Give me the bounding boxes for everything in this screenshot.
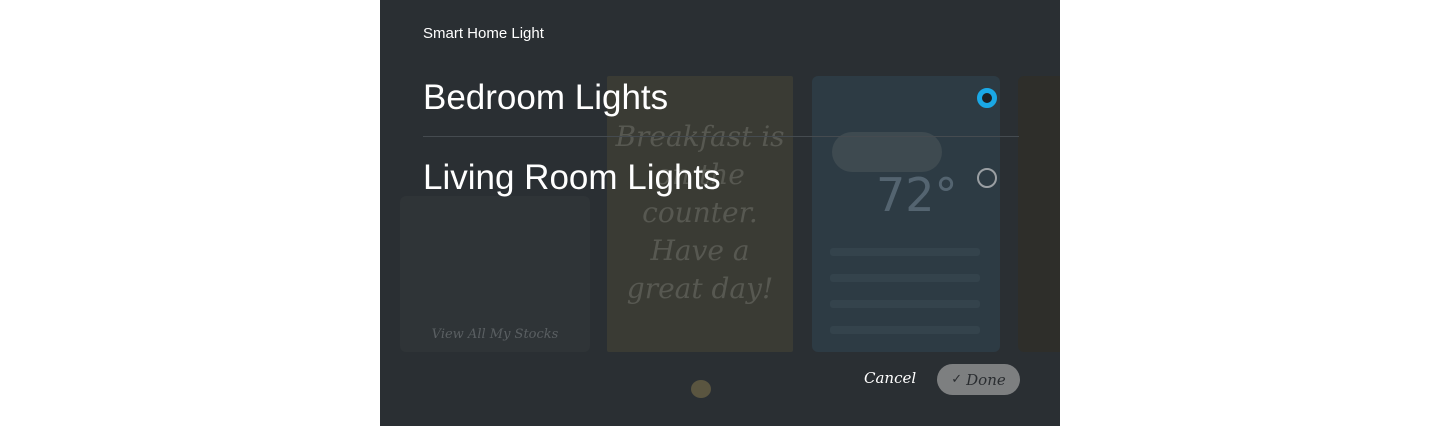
option-living-room-lights[interactable]: Living Room Lights <box>423 140 1019 216</box>
option-label: Living Room Lights <box>423 158 721 197</box>
stocks-link: View All My Stocks <box>431 327 559 342</box>
done-label: Done <box>966 370 1006 389</box>
done-button[interactable]: ✓ Done <box>937 364 1020 395</box>
cancel-button[interactable]: Cancel <box>864 369 916 387</box>
echo-show-screen: View All My Stocks Breakfast is on the c… <box>380 0 1060 426</box>
forecast-row <box>830 326 980 334</box>
option-bedroom-lights[interactable]: Bedroom Lights <box>423 60 1019 137</box>
dialog-title: Smart Home Light <box>423 25 544 42</box>
check-icon: ✓ <box>951 372 963 387</box>
radio-unselected-icon[interactable] <box>977 168 997 188</box>
option-label: Bedroom Lights <box>423 78 669 117</box>
stocks-widget: View All My Stocks <box>400 196 590 352</box>
news-widget <box>1018 76 1060 352</box>
forecast-row <box>830 248 980 256</box>
forecast-row <box>830 274 980 282</box>
radio-selected-icon[interactable] <box>977 88 997 108</box>
forecast-row <box>830 300 980 308</box>
smiley-icon <box>691 380 711 398</box>
